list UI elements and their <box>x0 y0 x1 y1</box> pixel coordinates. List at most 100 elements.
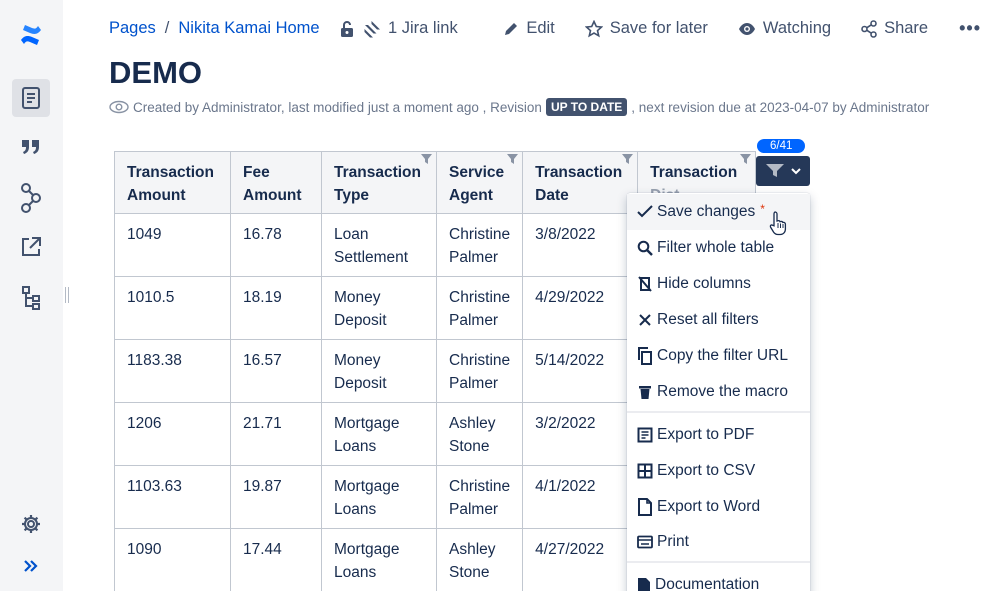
column-header[interactable]: TransactionType <box>322 152 437 214</box>
table-cell: 5/14/2022 <box>523 340 638 403</box>
menu-item-export-csv[interactable]: Export to CSV <box>627 453 810 489</box>
copy-icon <box>637 347 653 365</box>
share-icon <box>861 20 877 38</box>
menu-item-label: Save changes <box>657 203 755 221</box>
hide-columns-icon <box>637 276 653 292</box>
table-filter-menu-button[interactable] <box>756 156 810 186</box>
menu-item-label: Export to PDF <box>657 426 754 444</box>
revision-status-badge: UP TO DATE <box>546 98 627 116</box>
table-cell: 4/1/2022 <box>523 466 638 529</box>
menu-item-label: Reset all filters <box>657 311 759 329</box>
menu-item-hide-columns[interactable]: Hide columns <box>627 266 810 302</box>
menu-item-label: Documentation <box>655 576 759 591</box>
blog-quote-icon[interactable] <box>12 128 50 166</box>
settings-gear-icon[interactable] <box>12 505 50 543</box>
trash-icon <box>637 384 653 400</box>
table-cell: 3/8/2022 <box>523 214 638 277</box>
menu-item-print[interactable]: Print <box>627 524 810 560</box>
table-cell: MoneyDeposit <box>322 277 437 340</box>
edit-label: Edit <box>526 19 554 38</box>
menu-item-label: Filter whole table <box>657 239 774 257</box>
sidebar-resize-handle[interactable] <box>64 287 70 303</box>
table-cell: ChristinePalmer <box>437 277 523 340</box>
share-button[interactable]: Share <box>861 19 928 38</box>
chevron-down-icon <box>791 168 801 175</box>
table-cell: MoneyDeposit <box>322 340 437 403</box>
table-cell: ChristinePalmer <box>437 340 523 403</box>
table-cell: 1103.63 <box>115 466 231 529</box>
byline-prefix: Created by Administrator, last modified … <box>133 100 542 115</box>
save-for-later-button[interactable]: Save for later <box>585 19 708 38</box>
table-cell: 3/2/2022 <box>523 403 638 466</box>
magnifier-icon <box>637 240 653 256</box>
breadcrumb-separator: / <box>165 19 170 38</box>
analytics-icon[interactable] <box>12 179 50 217</box>
page-title: DEMO <box>109 55 202 91</box>
column-filter-icon[interactable] <box>740 154 751 164</box>
menu-item-export-pdf[interactable]: Export to PDF <box>627 417 810 453</box>
menu-item-reset-filters[interactable]: Reset all filters <box>627 302 810 338</box>
column-header[interactable]: FeeAmount <box>231 152 322 214</box>
external-link-icon[interactable] <box>12 228 50 266</box>
breadcrumb-pages[interactable]: Pages <box>109 19 156 38</box>
jira-link-label: 1 Jira link <box>388 19 458 38</box>
check-icon <box>637 205 653 219</box>
x-icon <box>637 312 653 328</box>
column-header[interactable]: TransactionAmount <box>115 152 231 214</box>
column-filter-icon[interactable] <box>421 154 432 164</box>
jira-links[interactable]: 1 Jira link <box>363 19 458 38</box>
unsaved-marker: * <box>760 202 765 216</box>
page-actions: Edit Save for later Watching Share ••• <box>503 18 981 39</box>
pencil-icon <box>503 21 519 37</box>
column-header[interactable]: ServiceAgent <box>437 152 523 214</box>
unlocked-restrictions-icon[interactable] <box>339 20 355 38</box>
table-cell: 4/29/2022 <box>523 277 638 340</box>
menu-item-label: Copy the filter URL <box>657 347 788 365</box>
print-icon <box>637 535 653 549</box>
breadcrumb-home[interactable]: Nikita Kamai Home <box>178 19 319 38</box>
byline-suffix: , next revision due at 2023-04-07 by Adm… <box>631 100 929 115</box>
table-cell: 17.44 <box>231 529 322 591</box>
hierarchy-icon[interactable] <box>12 279 50 317</box>
menu-divider <box>627 411 810 413</box>
column-filter-icon[interactable] <box>622 154 633 164</box>
menu-item-documentation[interactable]: Documentation <box>627 567 810 591</box>
table-cell: MortgageLoans <box>322 403 437 466</box>
menu-item-label: Export to CSV <box>657 462 755 480</box>
edit-button[interactable]: Edit <box>503 19 554 38</box>
table-cell: 19.87 <box>231 466 322 529</box>
share-label: Share <box>884 19 928 38</box>
confluence-logo-icon[interactable] <box>12 16 50 54</box>
menu-item-export-word[interactable]: Export to Word <box>627 489 810 525</box>
menu-item-remove-macro[interactable]: Remove the macro <box>627 374 810 410</box>
menu-item-copy-filter-url[interactable]: Copy the filter URL <box>627 338 810 374</box>
watching-label: Watching <box>763 19 831 38</box>
star-icon <box>585 20 603 38</box>
page-status-icon <box>109 100 129 114</box>
pdf-icon <box>637 427 653 443</box>
page-byline: Created by Administrator, last modified … <box>109 98 929 116</box>
funnel-icon <box>765 163 785 179</box>
table-cell: MortgageLoans <box>322 466 437 529</box>
filter-count-badge: 6/41 <box>757 139 805 153</box>
expand-sidebar-icon[interactable] <box>12 547 50 585</box>
page-header: Pages / Nikita Kamai Home 1 Jira link Ed… <box>63 0 999 58</box>
more-actions-button[interactable]: ••• <box>959 18 981 39</box>
eye-icon <box>738 22 756 36</box>
column-header[interactable]: TransactionDate <box>523 152 638 214</box>
pages-icon[interactable] <box>12 79 50 117</box>
save-for-later-label: Save for later <box>610 19 708 38</box>
watching-button[interactable]: Watching <box>738 19 831 38</box>
table-cell: 18.19 <box>231 277 322 340</box>
column-filter-icon[interactable] <box>507 154 518 164</box>
hand-cursor-icon <box>769 210 787 236</box>
menu-divider <box>627 561 810 563</box>
table-cell: ChristinePalmer <box>437 466 523 529</box>
csv-grid-icon <box>637 463 653 479</box>
filter-options-menu: Save changes * Filter whole table Hide c… <box>627 193 810 591</box>
table-cell: LoanSettlement <box>322 214 437 277</box>
menu-item-label: Hide columns <box>657 275 751 293</box>
table-cell: AshleyStone <box>437 403 523 466</box>
documentation-icon <box>637 577 651 591</box>
jira-icon <box>363 20 381 38</box>
